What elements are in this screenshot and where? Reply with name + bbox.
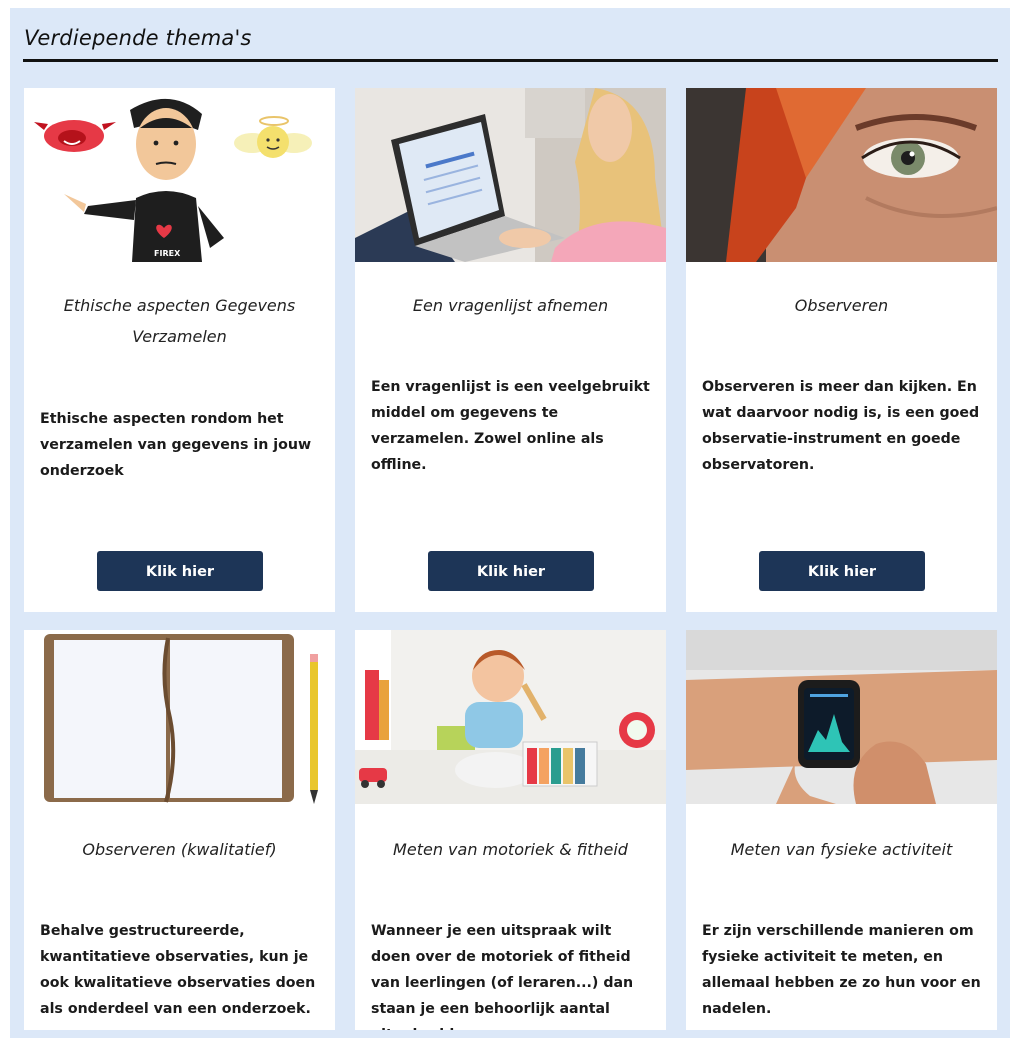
section-title: Verdiepende thema's [24,26,252,50]
theme-card-motoriek[interactable]: Meten van motoriek & fitheid Wanneer je … [355,630,666,1030]
card-description: Behalve gestructureerde, kwantitatieve o… [40,923,316,1017]
laptop-photo [355,88,666,262]
card-title: Observeren (kwalitatief) [82,840,277,859]
card-description: Wanneer je een uitspraak wilt doen over … [371,923,634,1030]
ethics-illustration: FIREX [24,88,335,262]
card-title: Meten van motoriek & fitheid [393,840,628,859]
card-description: Ethische aspecten rondom het verzamelen … [40,411,312,479]
smartwatch-photo [686,630,997,804]
card-title: Observeren [794,296,889,315]
eye-photo [686,88,997,262]
card-title: Meten van fysieke activiteit [730,840,953,859]
shirt-text: FIREX [154,249,181,258]
theme-card-ethics[interactable]: FIREX Ethische aspecten Gegevens Verzame… [24,88,335,612]
card-description: Een vragenlijst is een veelgebruikt midd… [371,379,650,473]
card-description: Observeren is meer dan kijken. En wat da… [702,379,980,473]
theme-card-fysieke-activiteit[interactable]: Meten van fysieke activiteit Er zijn ver… [686,630,997,1030]
theme-card-observeren[interactable]: Observeren Observeren is meer dan kijken… [686,88,997,612]
title-divider [23,59,998,62]
baby-photo [355,630,666,804]
card-title: Ethische aspecten Gegevens Verzamelen [63,296,296,346]
card-title: Een vragenlijst afnemen [412,296,609,315]
klik-hier-button[interactable]: Klik hier [428,551,594,591]
theme-card-observeren-kwalitatief[interactable]: Observeren (kwalitatief) Behalve gestruc… [24,630,335,1030]
card-description: Er zijn verschillende manieren om fysiek… [702,923,981,1017]
notebook-illustration [24,630,335,804]
klik-hier-button[interactable]: Klik hier [97,551,263,591]
theme-card-vragenlijst[interactable]: Een vragenlijst afnemen Een vragenlijst … [355,88,666,612]
klik-hier-button[interactable]: Klik hier [759,551,925,591]
